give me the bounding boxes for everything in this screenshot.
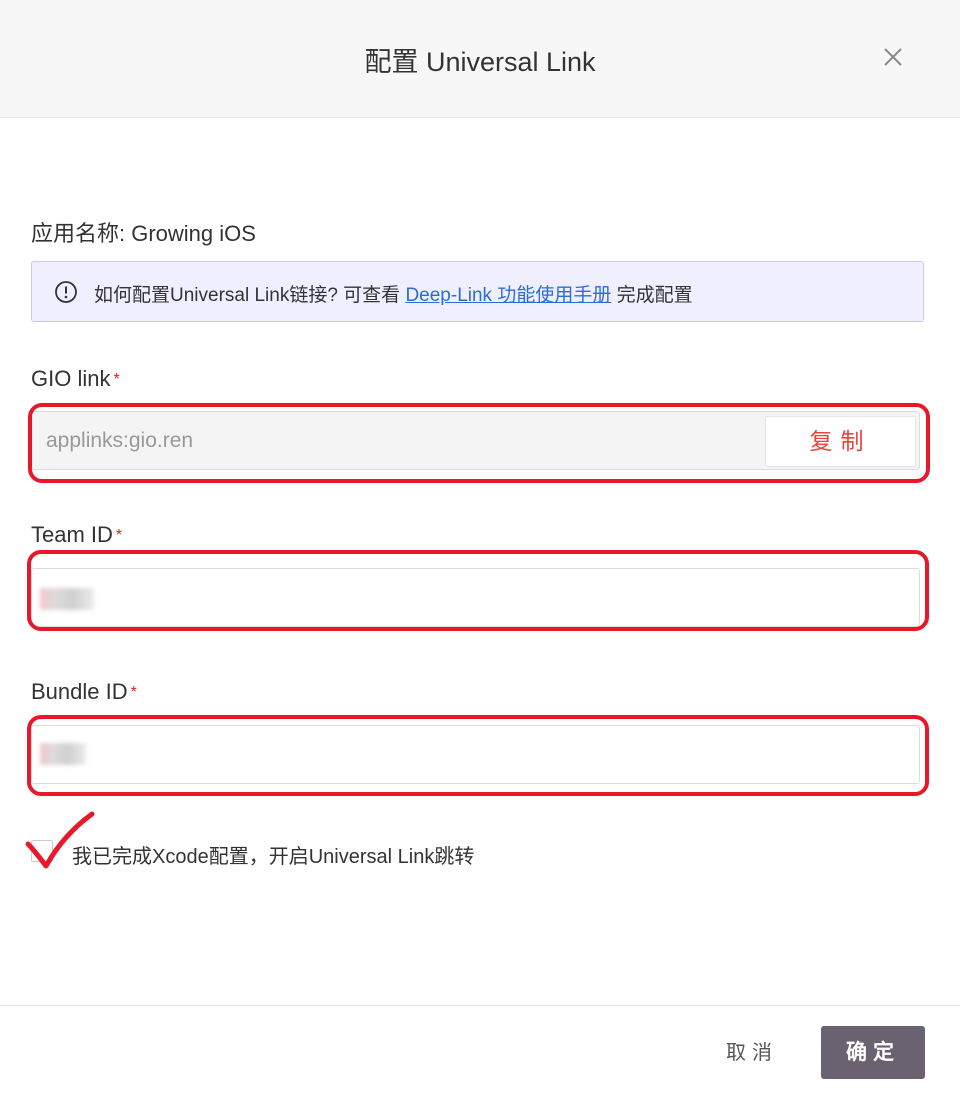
bundle-id-label: Bundle ID *: [31, 679, 137, 705]
team-id-label: Team ID *: [31, 522, 122, 548]
gio-link-label-text: GIO link: [31, 366, 111, 391]
redacted-value: [40, 743, 86, 765]
copy-button[interactable]: 复制: [765, 416, 916, 467]
universal-link-dialog: 配置 Universal Link 应用名称: Growing iOS 如何配置…: [0, 0, 960, 1094]
confirm-button[interactable]: 确定: [821, 1026, 925, 1079]
info-icon: [54, 280, 78, 304]
gio-link-label: GIO link *: [31, 366, 120, 392]
dialog-header: 配置 Universal Link: [0, 0, 960, 118]
bundle-id-label-text: Bundle ID: [31, 679, 128, 704]
info-notice: 如何配置Universal Link链接? 可查看 Deep-Link 功能使用…: [31, 261, 924, 322]
info-text-after: 完成配置: [611, 285, 693, 306]
required-mark: *: [115, 527, 123, 545]
required-mark: *: [130, 684, 137, 702]
xcode-config-label: 我已完成Xcode配置，开启Universal Link跳转: [72, 846, 475, 868]
redacted-value: [40, 588, 94, 610]
bundle-id-field[interactable]: [31, 725, 920, 784]
team-id-label-text: Team ID: [31, 522, 113, 547]
team-id-field[interactable]: [31, 568, 920, 627]
cancel-button[interactable]: 取消: [712, 1029, 792, 1077]
dialog-footer: 取消 确定: [0, 1005, 960, 1094]
required-mark: *: [113, 371, 120, 389]
app-name-label: 应用名称: Growing iOS: [31, 221, 256, 246]
gio-link-value: applinks:gio.ren: [46, 429, 194, 452]
info-text: 如何配置Universal Link链接? 可查看 Deep-Link 功能使用…: [94, 280, 693, 307]
deep-link-manual-link[interactable]: Deep-Link 功能使用手册: [405, 285, 611, 306]
dialog-title: 配置 Universal Link: [364, 47, 596, 77]
xcode-config-checkbox[interactable]: [31, 840, 53, 862]
gio-link-field[interactable]: applinks:gio.ren 复制: [31, 411, 920, 470]
close-icon[interactable]: [878, 42, 908, 72]
info-text-before: 如何配置Universal Link链接? 可查看: [94, 285, 406, 306]
